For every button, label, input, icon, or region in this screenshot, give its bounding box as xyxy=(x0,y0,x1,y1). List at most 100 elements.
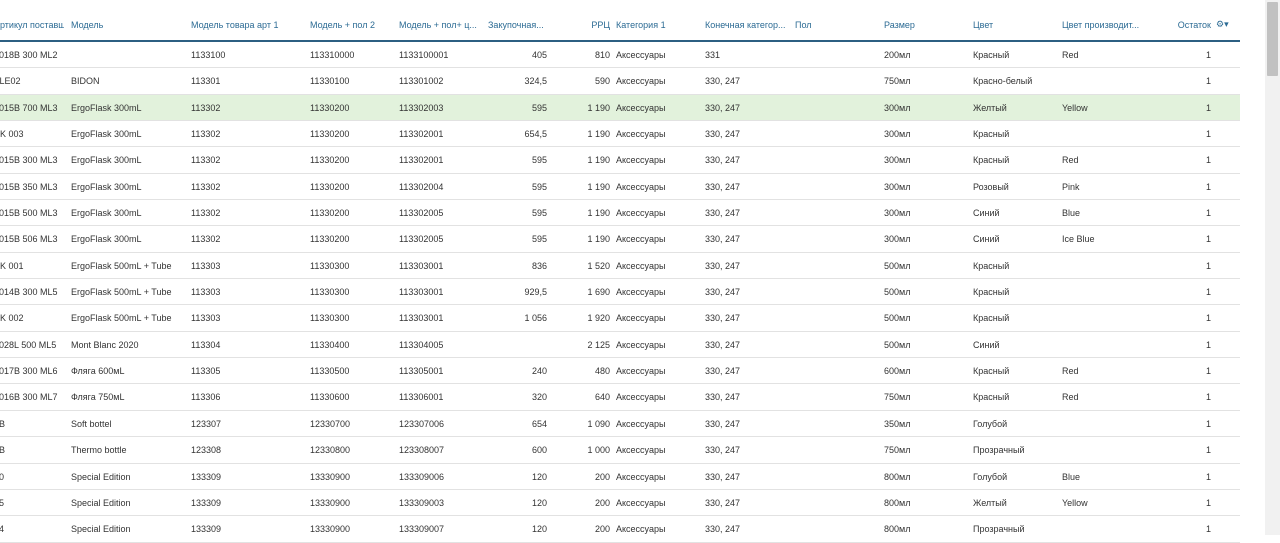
table-cell: 113304005 xyxy=(399,339,444,350)
table-row[interactable]: 15 Special Edition 133309 13330900 133309003… xyxy=(0,490,1240,517)
table-row[interactable]: 0028L 500 ML5 Mont Blanc 2020 113304 113304… xyxy=(0,332,1240,359)
table-cell: 810 xyxy=(594,50,610,60)
table-cell: Аксессуары xyxy=(616,102,666,113)
table-cell: 595 xyxy=(531,102,547,113)
table-cell: 330, 247 xyxy=(705,287,741,298)
column-header[interactable]: Модель товара арт 1 xyxy=(191,20,303,30)
table-cell: 1 190 xyxy=(587,129,610,140)
table-cell: 750мл xyxy=(884,76,911,87)
table-cell: ErgoFlask 300mL xyxy=(71,234,142,245)
table-cell: ErgoFlask 300mL xyxy=(71,181,142,192)
table-cell: 113310000 xyxy=(310,50,355,60)
table-cell: 300мл xyxy=(884,102,911,113)
data-grid: Артикул поставщ... Модель Модель товара … xyxy=(0,17,1240,543)
table-cell: 1 xyxy=(1205,260,1211,271)
table-row[interactable]: 4B Soft bottel 123307 12330700 123307006 654 1… xyxy=(0,411,1240,438)
column-header[interactable]: Модель + пол+ ц... xyxy=(399,20,484,30)
table-row[interactable]: 50 Special Edition 133309 13330900 133309006… xyxy=(0,464,1240,490)
table-cell: Синий xyxy=(973,339,1000,350)
table-cell: 133309006 xyxy=(399,471,445,482)
table-row[interactable]: 14 Special Edition 133309 13330900 133309007… xyxy=(0,516,1240,543)
table-cell: 300мл xyxy=(884,155,911,166)
table-cell: 113303001 xyxy=(399,287,444,298)
table-cell: 654 xyxy=(531,418,547,429)
scrollbar-thumb[interactable] xyxy=(1267,2,1278,76)
table-cell: Красно-белый xyxy=(973,76,1033,87)
table-cell: 13330900 xyxy=(310,497,351,508)
table-cell: 1 xyxy=(1205,181,1211,192)
table-cell: 330, 247 xyxy=(705,129,741,140)
table-cell: 14 xyxy=(0,524,5,535)
column-header[interactable]: Цвет производит... xyxy=(1062,20,1162,30)
table-cell: Аксессуары xyxy=(616,339,666,350)
table-cell: 11330600 xyxy=(310,392,350,403)
table-cell: 1 xyxy=(1205,208,1211,219)
table-cell: Красный xyxy=(973,313,1010,324)
table-row[interactable]: SK 003ErgoFlask 300mL1133021133020011330… xyxy=(0,121,1240,148)
table-cell: 330, 247 xyxy=(705,234,741,245)
table-cell: 1 520 xyxy=(587,260,610,271)
table-row[interactable]: 0015B 350 ML3 ErgoFlask 300mL 113302 113302… xyxy=(0,174,1240,201)
table-cell: 330, 247 xyxy=(705,102,741,113)
table-cell: ErgoFlask 500mL + Tube xyxy=(71,287,172,298)
table-cell: ErgoFlask 300mL xyxy=(71,129,142,140)
table-cell: 330, 247 xyxy=(705,445,741,456)
table-row[interactable]: 0015B 700 ML3 ErgoFlask 300mL 113302 113302… xyxy=(0,94,1240,122)
table-cell: 240 xyxy=(531,366,547,377)
table-row[interactable]: 0017B 300 ML6 Фляга 600мL 113305 11330500 11… xyxy=(0,358,1240,385)
table-row[interactable]: 0016B 300 ML7 Фляга 750мL 113306 11330600 11… xyxy=(0,384,1240,411)
table-cell: 1 xyxy=(1205,76,1211,87)
table-cell: 11330100 xyxy=(310,76,350,87)
table-cell: 4B xyxy=(0,418,6,429)
table-row[interactable]: 0015B 506 ML3 ErgoFlask 300mL 113302 113302… xyxy=(0,226,1240,253)
table-row[interactable]: SK 001 ErgoFlask 500mL + Tube 113303 113303… xyxy=(0,253,1240,280)
table-cell: 113302 xyxy=(191,155,221,166)
column-header[interactable]: Конечная категор... xyxy=(705,20,790,30)
column-header[interactable]: РРЦ xyxy=(560,20,610,30)
table-cell: Red xyxy=(1062,392,1079,403)
table-cell: Special Edition xyxy=(71,471,131,482)
table-cell: 330, 247 xyxy=(705,76,741,87)
table-cell: Аксессуары xyxy=(616,234,666,245)
table-cell: Аксессуары xyxy=(616,287,666,298)
column-header[interactable]: Модель xyxy=(71,20,186,30)
table-cell: Ice Blue xyxy=(1062,234,1095,245)
table-cell: Синий xyxy=(973,234,1000,245)
table-cell: 595 xyxy=(531,234,547,245)
table-cell: Blue xyxy=(1062,208,1081,219)
table-cell: 113301 xyxy=(191,76,221,87)
table-cell: 330, 247 xyxy=(705,497,741,508)
table-cell: 113306001 xyxy=(399,392,444,403)
column-header[interactable]: Закупочная... xyxy=(488,20,550,30)
column-header[interactable]: Размер xyxy=(884,20,969,30)
table-row[interactable]: 0015B 300 ML3 ErgoFlask 300mL 113302 113302… xyxy=(0,147,1240,174)
table-cell: 113303 xyxy=(191,260,221,271)
column-header[interactable]: Остаток xyxy=(1160,20,1211,30)
grid-header: Артикул поставщ... Модель Модель товара … xyxy=(0,17,1240,42)
table-cell: 300мл xyxy=(884,181,911,192)
column-header[interactable]: Категория 1 xyxy=(616,20,701,30)
table-row[interactable]: 0018B 300 ML2 1133100 113310000 1133100001 4… xyxy=(0,42,1240,69)
gear-icon[interactable]: ⚙▾ xyxy=(1216,19,1229,30)
table-cell: 113303 xyxy=(191,287,221,298)
table-cell: 0018B 300 ML2 xyxy=(0,50,58,60)
column-header[interactable]: Пол xyxy=(795,20,880,30)
table-row[interactable]: TLE02 BIDON 113301 11330100 113301002 324,5 59… xyxy=(0,68,1240,95)
vertical-scrollbar[interactable] xyxy=(1265,0,1280,535)
table-cell: 11330200 xyxy=(310,208,350,219)
table-cell: 113302005 xyxy=(399,208,444,219)
table-cell: 1 xyxy=(1205,287,1211,298)
table-row[interactable]: SK 002 ErgoFlask 500mL + Tube 113303 113303… xyxy=(0,305,1240,332)
table-cell: 113305001 xyxy=(399,366,444,377)
table-cell: 113303001 xyxy=(399,260,444,271)
column-header[interactable]: Модель + пол 2 xyxy=(310,20,392,30)
table-cell: Аксессуары xyxy=(616,366,666,377)
column-header[interactable]: Цвет xyxy=(973,20,1058,30)
column-header[interactable]: Артикул поставщ... xyxy=(0,20,64,30)
table-cell: 133309 xyxy=(191,497,222,508)
table-row[interactable]: 7B Thermo bottle 123308 12330800 123308007 60… xyxy=(0,437,1240,464)
table-cell: Красный xyxy=(973,260,1010,271)
table-cell: SK 001 xyxy=(0,260,24,271)
table-row[interactable]: 0014B 300 ML5 ErgoFlask 500mL + Tube 11330… xyxy=(0,279,1240,306)
table-row[interactable]: 0015B 500 ML3 ErgoFlask 300mL 113302 113302… xyxy=(0,200,1240,227)
